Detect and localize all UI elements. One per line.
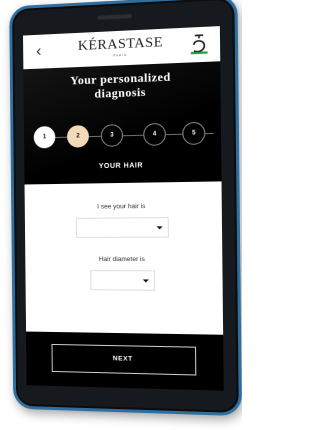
- device-mockup-scene: ‹ KÉRASTASE PARIS Your personalized diag…: [0, 0, 242, 430]
- step-4[interactable]: 4: [143, 123, 166, 146]
- progress-stepper: 1 2 3 4 5: [34, 119, 216, 152]
- step-5[interactable]: 5: [182, 122, 205, 145]
- diagnosis-device-icon[interactable]: [188, 32, 211, 58]
- chevron-down-icon: [157, 226, 163, 229]
- hair-diameter-label: Hair diameter is: [25, 256, 222, 263]
- chevron-down-icon: [143, 279, 149, 282]
- hair-type-select[interactable]: [76, 217, 169, 238]
- hair-type-label: I see your hair is: [25, 202, 222, 211]
- next-button[interactable]: NEXT: [52, 344, 197, 376]
- step-3[interactable]: 3: [101, 124, 123, 147]
- step-1[interactable]: 1: [34, 126, 56, 148]
- tablet-device: ‹ KÉRASTASE PARIS Your personalized diag…: [9, 0, 242, 416]
- page-title: Your personalized diagnosis: [23, 67, 220, 103]
- brand-logo: KÉRASTASE PARIS: [64, 34, 177, 60]
- chevron-left-icon[interactable]: ‹: [31, 42, 47, 61]
- step-2[interactable]: 2: [67, 125, 89, 148]
- app-screen: ‹ KÉRASTASE PARIS Your personalized diag…: [23, 26, 224, 391]
- hair-form-panel: I see your hair is Hair diameter is: [25, 181, 224, 334]
- hair-diameter-select[interactable]: [90, 270, 155, 291]
- section-heading: YOUR HAIR: [24, 161, 221, 172]
